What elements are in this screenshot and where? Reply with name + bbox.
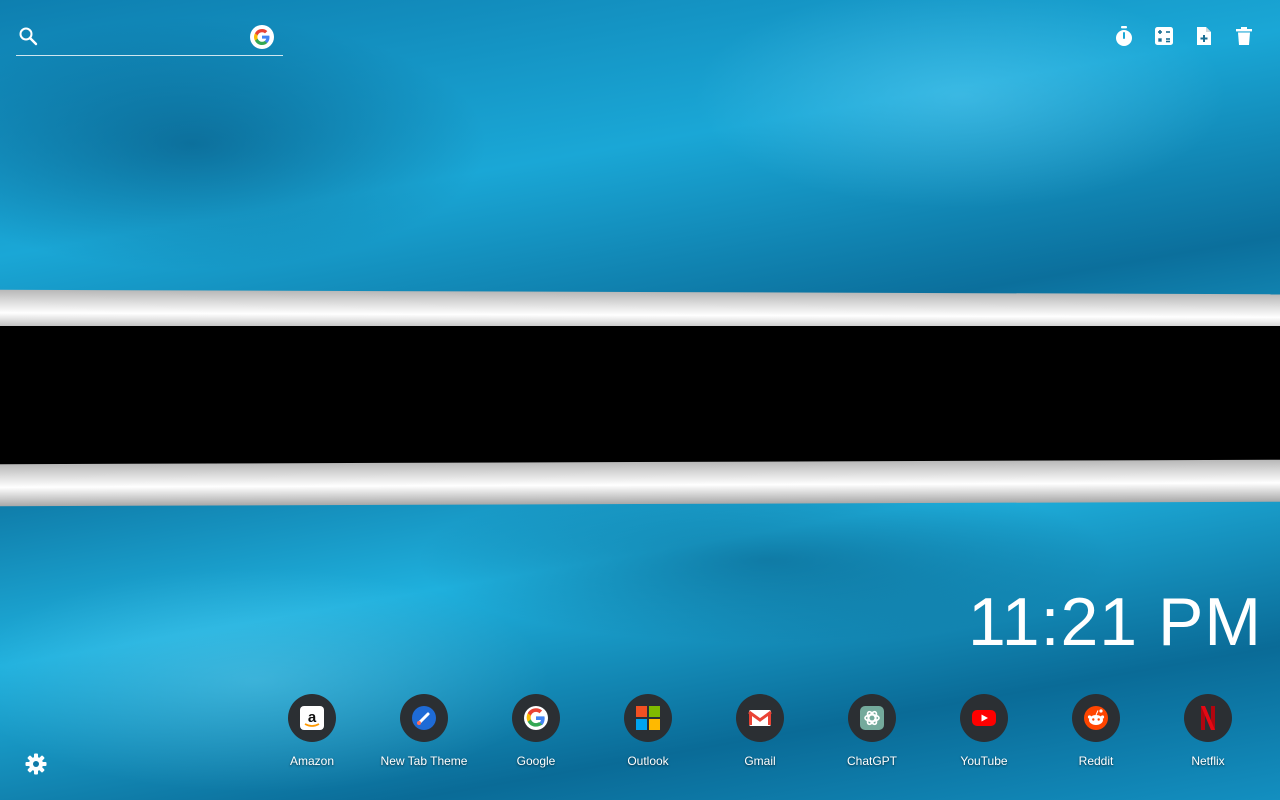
shortcut-label: Amazon: [289, 754, 335, 768]
toolbar: [1112, 24, 1256, 48]
shortcut-amazon[interactable]: a Amazon: [256, 694, 368, 768]
calculator-icon[interactable]: [1152, 24, 1176, 48]
google-icon[interactable]: [250, 25, 274, 49]
wallpaper-botswana-flag: [0, 0, 1280, 800]
shortcut-new-tab-theme[interactable]: New Tab Theme: [368, 694, 480, 768]
gear-icon[interactable]: [24, 752, 48, 776]
shortcut-label: Reddit: [1078, 754, 1114, 768]
shortcut-label: Outlook: [627, 754, 669, 768]
youtube-icon: [960, 694, 1008, 742]
shortcut-label: Google: [516, 754, 556, 768]
shortcut-label: New Tab Theme: [380, 754, 468, 768]
clock-time: 11:21 PM: [967, 584, 1262, 660]
search-icon[interactable]: [18, 26, 38, 46]
outlook-icon: [624, 694, 672, 742]
shortcut-label: Netflix: [1191, 754, 1225, 768]
netflix-icon: [1184, 694, 1232, 742]
search-input[interactable]: [50, 24, 244, 50]
google-icon: [512, 694, 560, 742]
shortcut-label: ChatGPT: [846, 754, 897, 768]
shortcut-youtube[interactable]: YouTube: [928, 694, 1040, 768]
flag-black-stripe: [0, 326, 1280, 468]
flag-white-stripe-bottom: [0, 459, 1280, 507]
new-tab-theme-icon: [400, 694, 448, 742]
shortcut-google[interactable]: Google: [480, 694, 592, 768]
shortcut-label: Gmail: [744, 754, 776, 768]
shortcut-label: YouTube: [960, 754, 1008, 768]
search-bar: [16, 18, 283, 56]
svg-text:a: a: [308, 709, 317, 726]
shortcut-outlook[interactable]: Outlook: [592, 694, 704, 768]
reddit-icon: [1072, 694, 1120, 742]
amazon-icon: a: [288, 694, 336, 742]
trash-icon[interactable]: [1232, 24, 1256, 48]
add-note-icon[interactable]: [1192, 24, 1216, 48]
timer-icon[interactable]: [1112, 24, 1136, 48]
shortcut-dock: a Amazon New Tab Theme Google Outlook Gm…: [256, 694, 1264, 768]
shortcut-gmail[interactable]: Gmail: [704, 694, 816, 768]
shortcut-netflix[interactable]: Netflix: [1152, 694, 1264, 768]
chatgpt-icon: [848, 694, 896, 742]
gmail-icon: [736, 694, 784, 742]
shortcut-chatgpt[interactable]: ChatGPT: [816, 694, 928, 768]
shortcut-reddit[interactable]: Reddit: [1040, 694, 1152, 768]
